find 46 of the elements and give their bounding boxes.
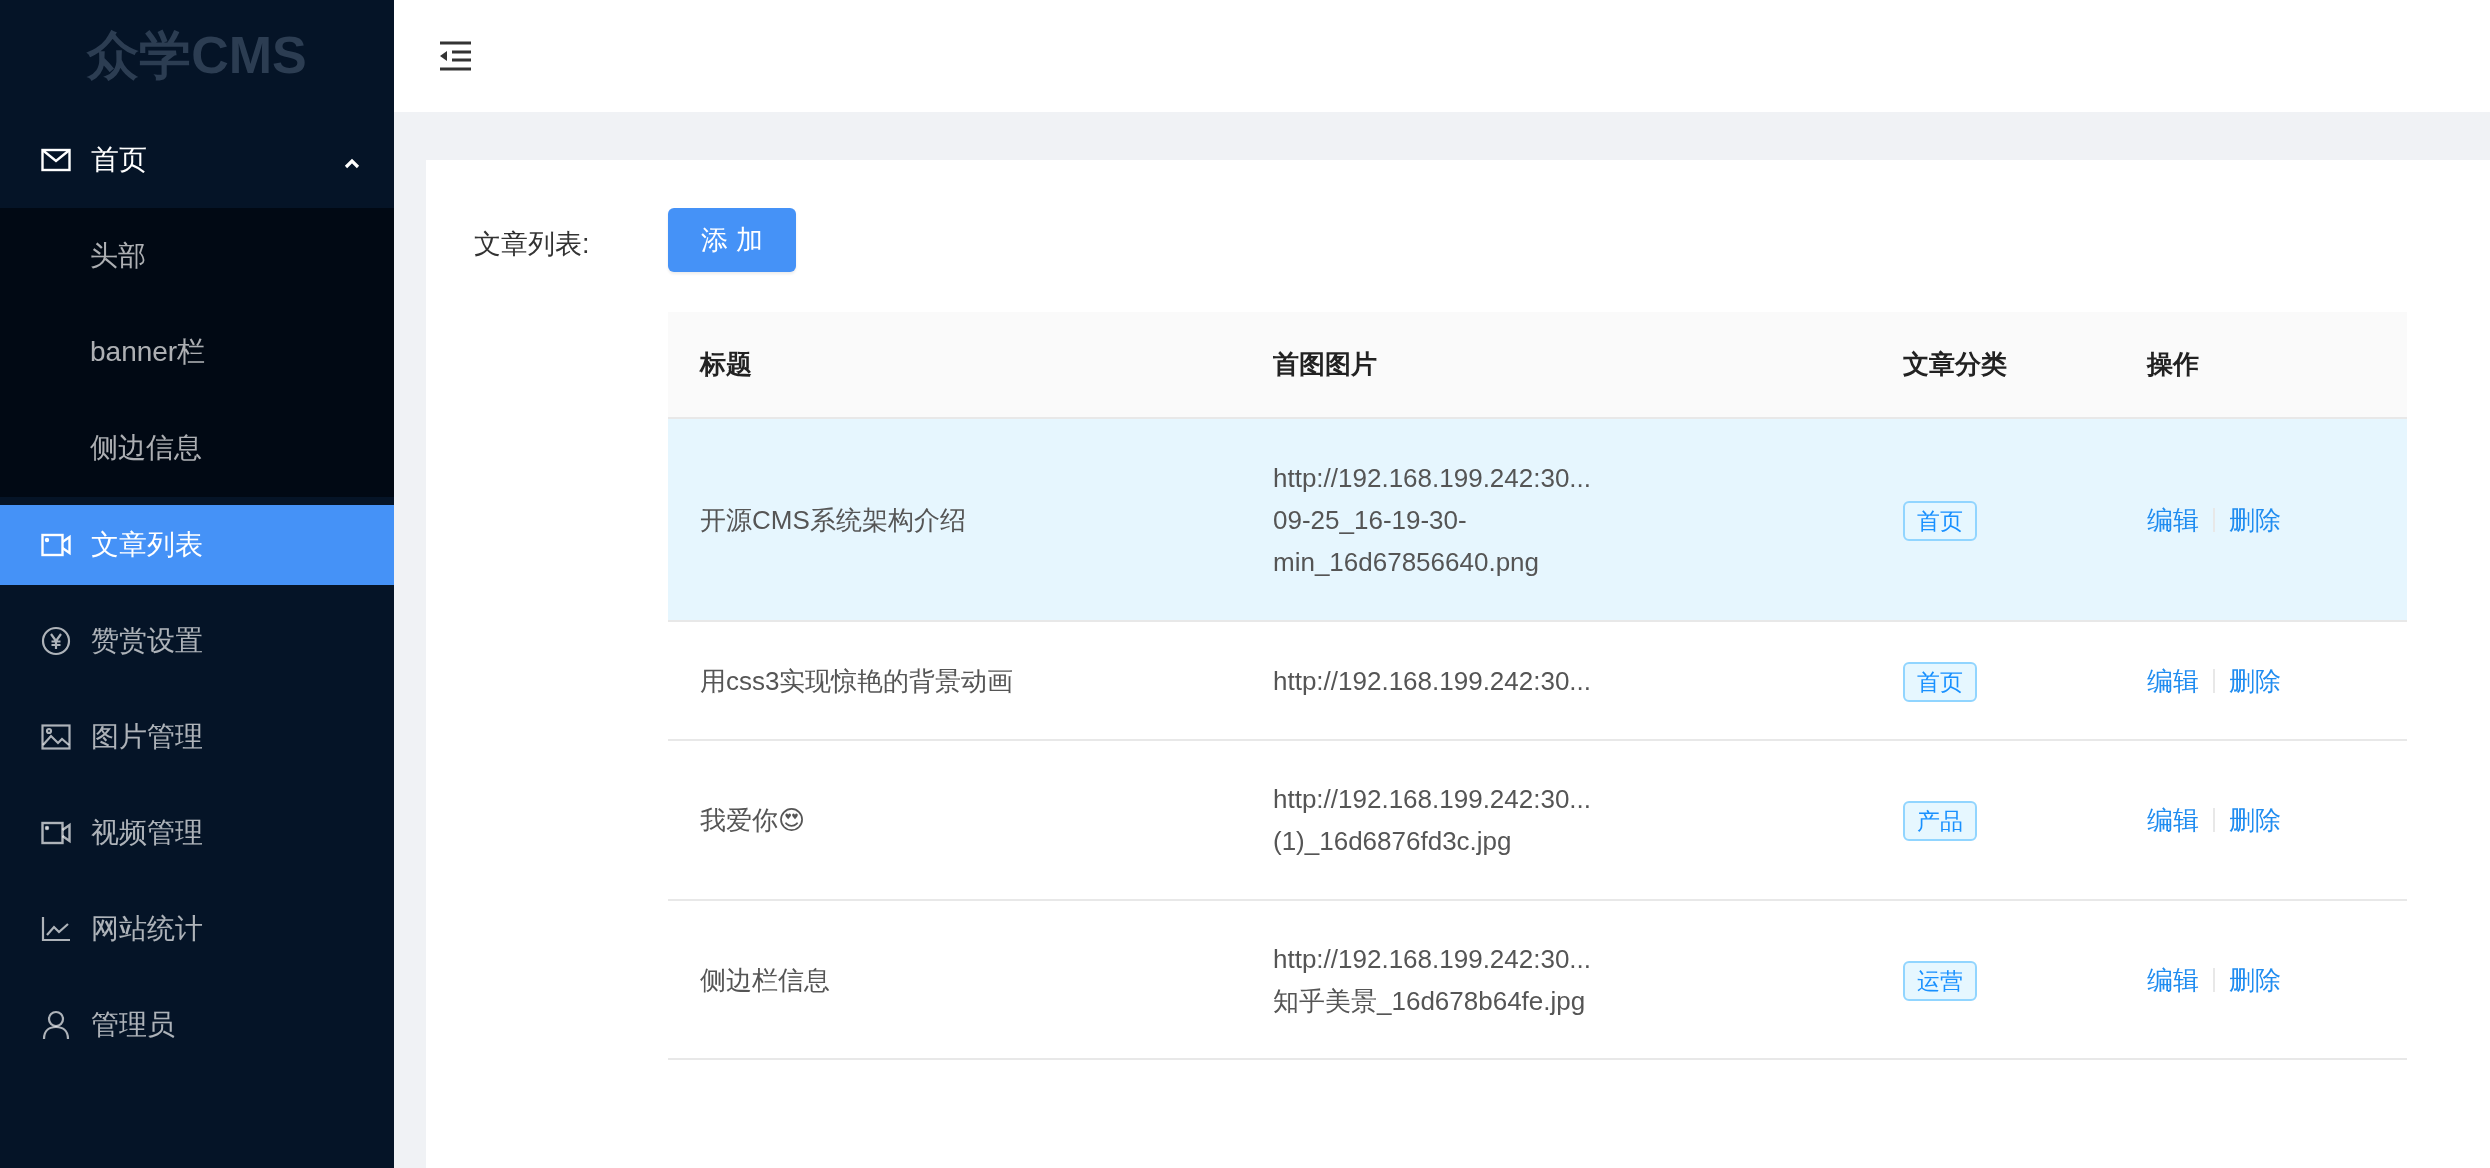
menu-item[interactable]: 赞赏设置 [0, 601, 394, 681]
menu-item[interactable]: 文章列表 [0, 505, 394, 585]
menu-item[interactable]: 图片管理 [0, 697, 394, 777]
category-tag: 首页 [1903, 500, 1977, 541]
image-url-cell-text: http://192.168.199.242:30... [1272, 664, 1592, 698]
delete-link[interactable]: 删除 [2229, 799, 2281, 841]
menu-item[interactable]: 视频管理 [0, 793, 394, 873]
category-tag: 首页 [1903, 661, 1977, 702]
menu-fold-icon[interactable] [438, 41, 472, 71]
category-tag: 运营 [1903, 960, 1977, 1001]
edit-link[interactable]: 编辑 [2147, 799, 2199, 841]
submenu-item[interactable]: 头部 [0, 216, 394, 296]
menu-label: 首页 [91, 143, 147, 177]
mail-icon [41, 148, 71, 172]
edit-link[interactable]: 编辑 [2147, 498, 2199, 541]
user-icon [42, 1010, 70, 1040]
submenu-item[interactable]: banner栏 [0, 312, 394, 392]
column-header: 标题 [668, 312, 1241, 418]
category-tag: 产品 [1903, 801, 1977, 841]
image-url-cell-text: http://192.168.199.242:30... 09-25_16-19-30- min_16d67856640.png [1272, 461, 1592, 579]
video-camera-icon [41, 533, 71, 557]
column-header: 首图图片 [1241, 312, 1871, 418]
column-header: 操作 [2115, 312, 2407, 418]
add-button[interactable]: 添 加 [668, 208, 796, 272]
title-cell: 开源CMS系统架构介绍 [668, 418, 1241, 621]
title-cell: 侧边栏信息 [668, 900, 1241, 1059]
delete-link[interactable]: 删除 [2229, 498, 2281, 541]
image-url-cell-text: http://192.168.199.242:30... 知乎美景_16d678b64fe.jpg [1272, 942, 1592, 1018]
picture-icon [41, 724, 71, 750]
delete-link[interactable]: 删除 [2229, 659, 2281, 702]
edit-link[interactable]: 编辑 [2147, 659, 2199, 702]
submenu-title[interactable]: 首页 [0, 112, 394, 208]
section-label: 文章列表: [474, 228, 591, 261]
image-url-cell-text: http://192.168.199.242:30... (1)_16d6876fd3c.jpg [1272, 783, 1592, 858]
line-chart-icon [41, 916, 71, 942]
yen-coin-icon [41, 626, 71, 656]
submenu-item[interactable]: 侧边信息 [0, 408, 394, 488]
menu-item[interactable]: 管理员 [0, 985, 394, 1065]
edit-link[interactable]: 编辑 [2147, 958, 2199, 1001]
title-cell: 我爱你😍 [668, 740, 1241, 900]
chevron-icon [344, 158, 360, 169]
video-camera-icon [41, 821, 71, 845]
menu-item[interactable]: 网站统计 [0, 889, 394, 969]
delete-link[interactable]: 删除 [2229, 958, 2281, 1001]
title-cell: 用css3实现惊艳的背景动画 [668, 621, 1241, 740]
column-header: 文章分类 [1871, 312, 2115, 418]
